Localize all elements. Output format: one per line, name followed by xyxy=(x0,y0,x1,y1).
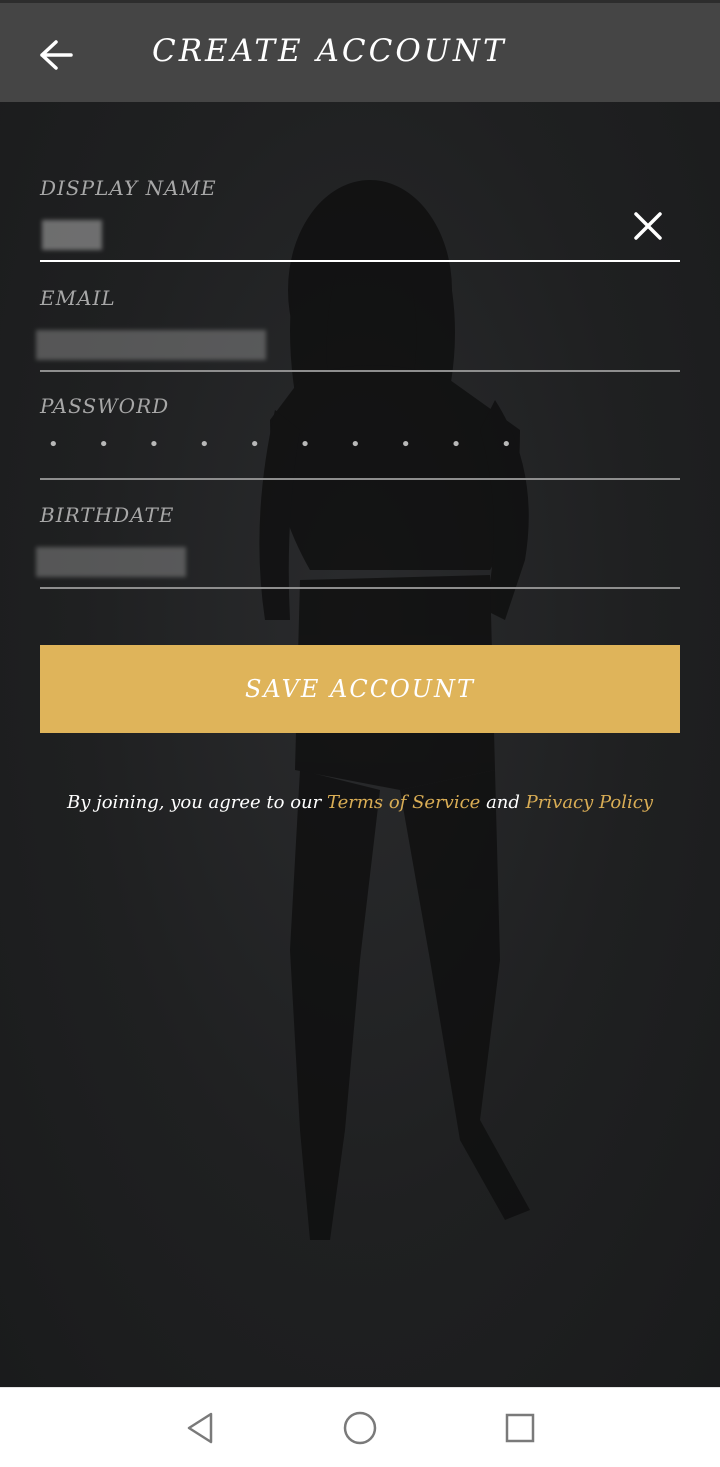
display-name-underline xyxy=(40,260,680,262)
email-underline xyxy=(40,370,680,372)
redacted-birthdate xyxy=(36,547,186,577)
privacy-policy-link[interactable]: Privacy Policy xyxy=(526,792,653,813)
password-field: PASSWORD • • • • • • • • • • xyxy=(40,394,680,504)
birthdate-field: BIRTHDATE xyxy=(36,503,680,613)
display-name-label: DISPLAY NAME xyxy=(40,176,217,200)
terms-conjunction: and xyxy=(486,792,520,813)
save-account-button[interactable]: SAVE ACCOUNT xyxy=(40,645,680,733)
terms-notice: By joining, you agree to our Terms of Se… xyxy=(0,792,720,813)
redacted-email xyxy=(36,330,266,360)
system-recents-button[interactable] xyxy=(498,1408,542,1448)
terms-prefix: By joining, you agree to our xyxy=(67,792,322,813)
page-title: CREATE ACCOUNT xyxy=(152,33,507,69)
system-navigation-bar xyxy=(0,1387,720,1467)
top-app-bar: CREATE ACCOUNT xyxy=(0,0,720,102)
close-icon xyxy=(634,212,662,240)
system-home-button[interactable] xyxy=(338,1408,382,1448)
birthdate-label: BIRTHDATE xyxy=(40,503,175,527)
redacted-display-name xyxy=(42,220,102,250)
terms-of-service-link[interactable]: Terms of Service xyxy=(327,792,480,813)
back-button[interactable] xyxy=(30,31,82,79)
password-masked-value[interactable]: • • • • • • • • • • xyxy=(48,434,529,455)
password-underline xyxy=(40,478,680,480)
arrow-left-icon xyxy=(40,40,73,70)
email-label: EMAIL xyxy=(40,286,116,310)
system-back-button[interactable] xyxy=(178,1408,222,1448)
circle-home-icon xyxy=(343,1411,377,1445)
triangle-back-icon xyxy=(187,1412,213,1444)
create-account-screen: CREATE ACCOUNT DISPLAY NAME EMAIL PASSWO… xyxy=(0,0,720,1467)
email-field: EMAIL xyxy=(36,286,680,396)
password-label: PASSWORD xyxy=(40,394,170,418)
display-name-field: DISPLAY NAME xyxy=(40,176,680,286)
birthdate-underline xyxy=(40,587,680,589)
display-name-input[interactable] xyxy=(40,214,620,258)
clear-display-name-button[interactable] xyxy=(628,206,668,246)
square-recents-icon xyxy=(505,1413,535,1443)
